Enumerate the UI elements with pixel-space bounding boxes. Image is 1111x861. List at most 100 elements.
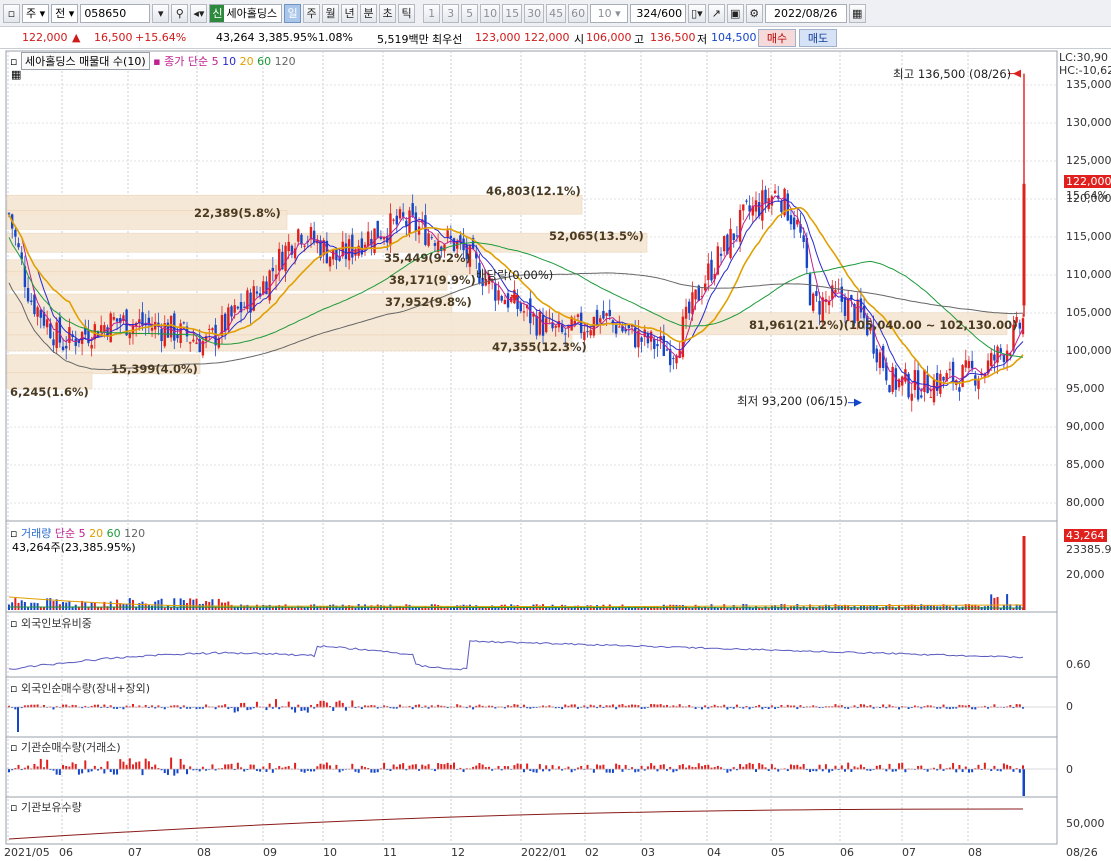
interval-select[interactable]: 10 ▾ (590, 3, 629, 23)
prev-select[interactable]: 전 ▾ (51, 3, 79, 23)
foreign-ratio-line (8, 640, 1024, 671)
calendar-icon[interactable]: ▦ (848, 3, 866, 23)
interval-10[interactable]: 10 (480, 3, 501, 23)
inst-net-bar (300, 769, 303, 772)
interval-3[interactable]: 3 (442, 3, 460, 23)
inst-net-ytick: 0 (1066, 763, 1073, 776)
volume-tag: 43,264 (1064, 529, 1107, 542)
inst-net-bar (309, 769, 312, 772)
market-select[interactable]: 주 ▾ (22, 3, 50, 23)
candle-body (74, 338, 77, 346)
indicator-icon[interactable]: ↗ (707, 3, 725, 23)
volume-bar (1018, 604, 1021, 610)
speaker-icon[interactable]: ◂▾ (190, 3, 208, 23)
volume: 43,264 (216, 31, 255, 44)
stock-chart[interactable]: ▫ 세아홀딩스 매물대 수(10) ▪ 종가 단순 5 10 20 60 120… (0, 49, 1111, 861)
volume-bar (707, 607, 710, 610)
settings-icon[interactable]: ⚙ (745, 3, 763, 23)
period-tick[interactable]: 틱 (398, 3, 416, 23)
period-week[interactable]: 주 (303, 3, 321, 23)
inst-net-bar (999, 769, 1002, 772)
candle-body (910, 393, 913, 401)
inst-net-bar (313, 769, 316, 772)
period-second[interactable]: 초 (379, 3, 397, 23)
volume-bar (700, 607, 703, 610)
candle-body (87, 330, 90, 344)
foreign-ratio-ytick: 0.60 (1066, 658, 1091, 671)
inst-net-bar (634, 769, 637, 773)
candle-body (974, 375, 977, 386)
foreign-net-bar (201, 707, 204, 709)
candle-body (780, 201, 783, 213)
period-year[interactable]: 년 (341, 3, 359, 23)
inst-net-bar (306, 769, 309, 771)
inst-net-bar (440, 763, 443, 770)
inst-net-bar (33, 763, 36, 770)
volume-bar (751, 607, 754, 610)
foreign-net-bar (987, 707, 990, 709)
volume-bar (834, 604, 837, 610)
search-icon[interactable]: ⚲ (171, 3, 189, 23)
period-day[interactable]: 일 (284, 3, 302, 23)
candle-body (796, 219, 799, 225)
stock-name-field[interactable]: 신 세아홀딩스 (209, 3, 283, 23)
interval-1[interactable]: 1 (423, 3, 441, 23)
save-icon[interactable]: ▣ (726, 3, 744, 23)
open-label: 시 (574, 33, 585, 46)
volume-profile-legend[interactable]: 세아홀딩스 매물대 수(10) (20, 52, 150, 70)
interval-60[interactable]: 60 (568, 3, 589, 23)
inst-net-bar (850, 769, 853, 772)
bar-count-max: /600 (657, 6, 683, 20)
foreign-net-bar (214, 707, 217, 710)
interval-30[interactable]: 30 (524, 3, 545, 23)
foreign-net-bar (246, 707, 249, 711)
inst-net-bar (268, 763, 271, 770)
candle-body (49, 323, 52, 339)
inst-net-bar (894, 769, 897, 772)
trade-amount: 5,519백만 (377, 33, 429, 46)
inst-net-bar (433, 769, 436, 772)
volume-pct: 3,385.95% (258, 31, 318, 44)
volume-bar (685, 606, 688, 610)
stock-code-input[interactable]: 058650 (80, 3, 151, 23)
inst-net-bar (392, 764, 395, 770)
candle-body (818, 300, 821, 315)
candle-body (182, 322, 186, 324)
grid-icon[interactable]: ▦ (11, 68, 21, 81)
inst-net-bar (198, 769, 201, 772)
code-dropdown-icon[interactable]: ▾ (152, 3, 170, 23)
volume-bar (497, 607, 500, 610)
chart-canvas[interactable] (0, 49, 1111, 861)
inst-net-bar (259, 769, 262, 772)
buy-button[interactable]: 매수 (758, 29, 796, 47)
inst-net-last-bar (1022, 769, 1025, 796)
candle-body (446, 230, 449, 238)
candle-body (786, 193, 789, 221)
foreign-net-title: 외국인순매수량(장내+장외) (20, 682, 151, 695)
date-input[interactable]: 2022/08/26 (764, 3, 847, 23)
interval-5[interactable]: 5 (461, 3, 479, 23)
high-label: 고 (634, 33, 645, 46)
inst-net-bar (942, 769, 945, 771)
candle-body (672, 358, 675, 360)
period-month[interactable]: 월 (322, 3, 340, 23)
inst-net-bar (770, 764, 773, 770)
volume-bar (392, 607, 395, 610)
candle-body (694, 289, 697, 300)
bar-count-input[interactable]: 324/600 (630, 3, 687, 23)
inst-net-bar (605, 769, 608, 773)
low-price: 104,500 (711, 31, 757, 44)
window-icon[interactable]: ▫ (3, 3, 20, 23)
period-minute[interactable]: 분 (360, 3, 378, 23)
volume-bar (809, 604, 812, 610)
inst-net-bar (135, 762, 138, 770)
sell-button[interactable]: 매도 (799, 29, 837, 47)
interval-45[interactable]: 45 (546, 3, 567, 23)
candle-type-icon[interactable]: ▯▾ (688, 3, 706, 23)
interval-15[interactable]: 15 (502, 3, 523, 23)
inst-net-bar (427, 764, 430, 770)
price-change: 16,500 (94, 31, 133, 44)
volume-bar (68, 601, 71, 610)
quote-bar: 122,000 ▲ 16,500 +15.64% 43,264 3,385.95… (0, 27, 1111, 49)
inst-net-bar (843, 769, 846, 772)
